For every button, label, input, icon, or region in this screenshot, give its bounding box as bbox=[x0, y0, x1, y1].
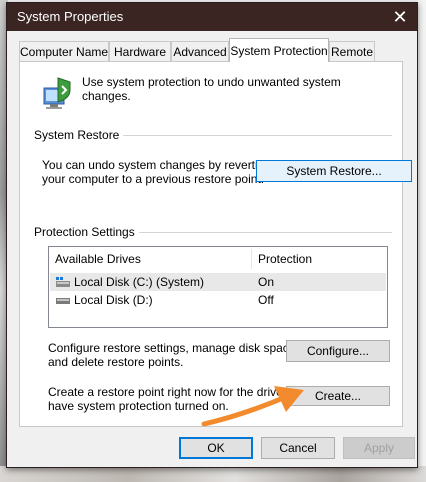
table-row[interactable]: Local Disk (D:) Off bbox=[50, 291, 386, 309]
system-restore-button[interactable]: System Restore... bbox=[256, 160, 412, 182]
tab-system-protection[interactable]: System Protection bbox=[229, 38, 329, 62]
system-restore-description-line1: You can undo system changes by reverting bbox=[42, 158, 272, 172]
configure-description-line1: Configure restore settings, manage disk … bbox=[48, 341, 299, 355]
system-protection-icon bbox=[43, 77, 71, 109]
table-row[interactable]: Local Disk (C:) (System) On bbox=[50, 273, 386, 291]
close-icon[interactable]: ✕ bbox=[383, 3, 417, 31]
title-bar[interactable]: System Properties ✕ bbox=[7, 3, 417, 31]
configure-button[interactable]: Configure... bbox=[286, 340, 390, 362]
desktop-background-bottom bbox=[0, 466, 426, 482]
intro-text: Use system protection to undo unwanted s… bbox=[82, 75, 341, 103]
column-header-protection[interactable]: Protection bbox=[252, 247, 387, 271]
protection-settings-heading: Protection Settings bbox=[34, 225, 139, 239]
drive-icon bbox=[56, 298, 70, 304]
configure-description-line2: and delete restore points. bbox=[48, 355, 184, 369]
tab-hardware[interactable]: Hardware bbox=[109, 41, 171, 61]
drives-table[interactable]: Available Drives Protection Local Disk (… bbox=[48, 246, 388, 328]
cancel-button[interactable]: Cancel bbox=[261, 437, 335, 459]
pointer-arrow-annotation bbox=[201, 386, 304, 427]
column-header-available-drives[interactable]: Available Drives bbox=[49, 247, 251, 271]
system-drive-icon bbox=[56, 277, 70, 287]
window-title: System Properties bbox=[17, 9, 124, 24]
tab-computer-name[interactable]: Computer Name bbox=[19, 41, 109, 61]
system-restore-description-line2: your computer to a previous restore poin… bbox=[42, 172, 265, 186]
ok-button[interactable]: OK bbox=[179, 437, 253, 459]
drive-name: Local Disk (C:) (System) bbox=[74, 275, 205, 289]
apply-button[interactable]: Apply bbox=[343, 437, 415, 459]
drive-protection-status: Off bbox=[258, 293, 274, 307]
tab-remote[interactable]: Remote bbox=[329, 41, 375, 61]
system-restore-heading: System Restore bbox=[34, 128, 124, 142]
tab-advanced[interactable]: Advanced bbox=[171, 41, 229, 61]
system-protection-panel: Use system protection to undo unwanted s… bbox=[19, 61, 412, 427]
drive-protection-status: On bbox=[258, 275, 275, 289]
drive-name: Local Disk (D:) bbox=[74, 293, 153, 307]
